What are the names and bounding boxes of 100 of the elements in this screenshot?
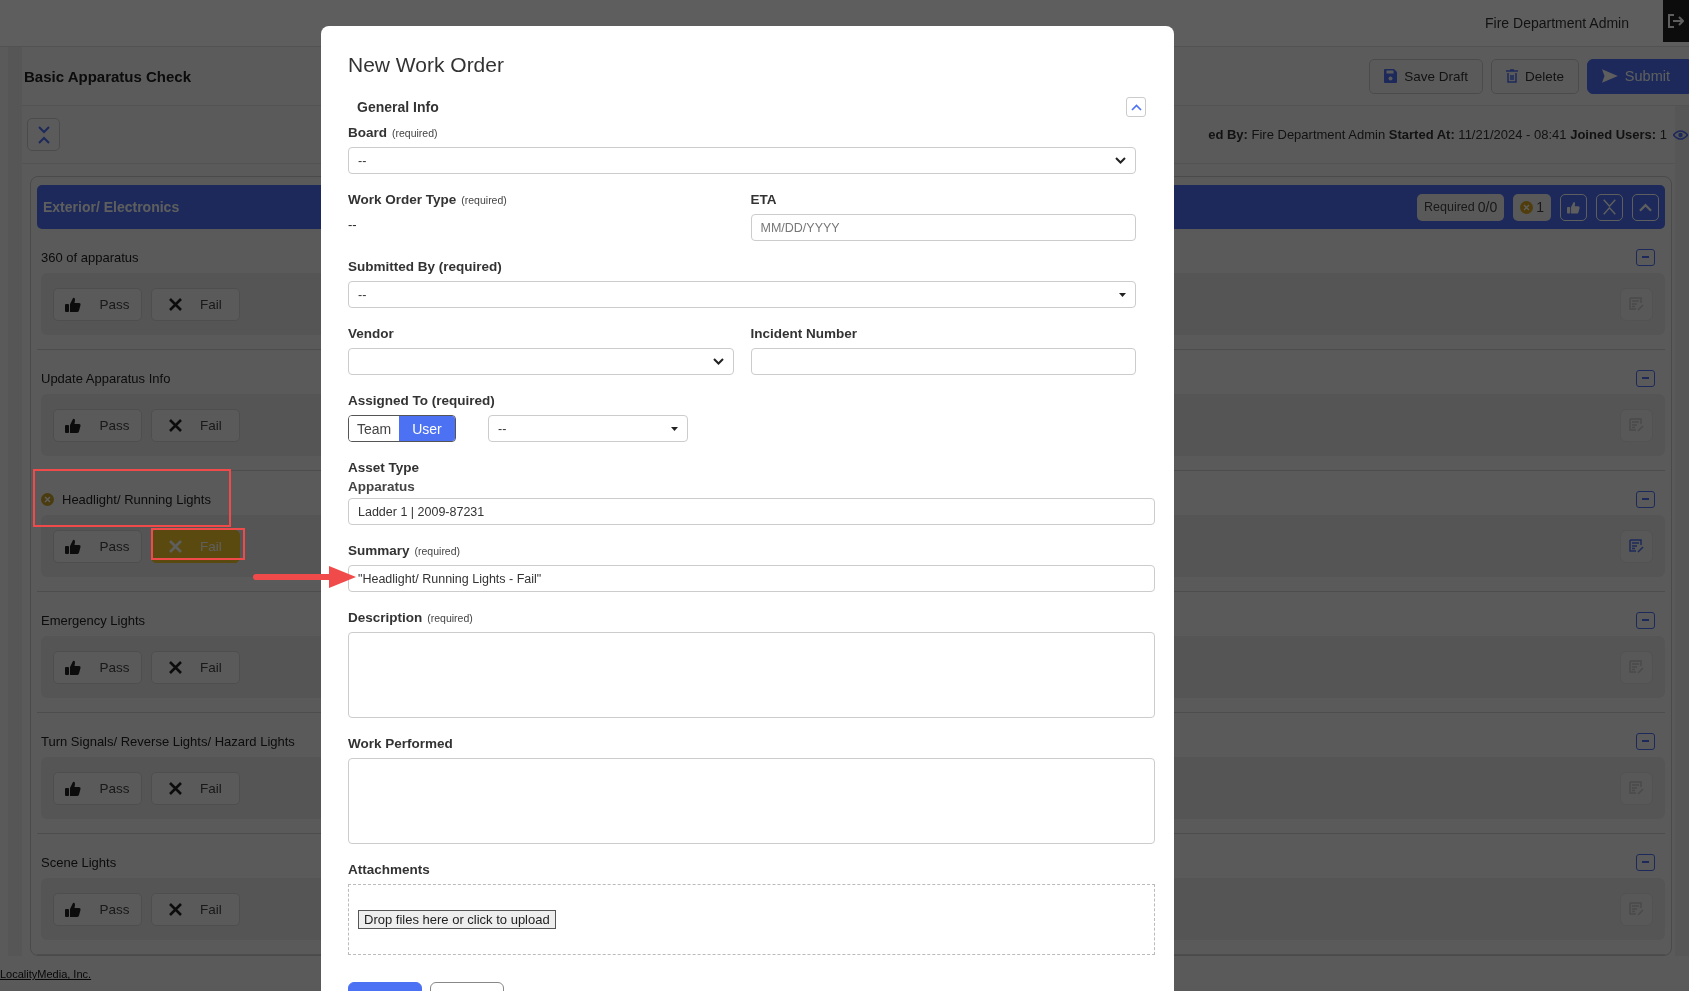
x-icon	[169, 660, 183, 674]
submit-button[interactable]: Submit	[1587, 58, 1689, 94]
select-value: --	[498, 421, 507, 436]
field-label: Submitted By (required)	[348, 259, 502, 274]
minus-icon[interactable]	[1636, 248, 1655, 266]
field-label: Attachments	[348, 862, 430, 877]
x-circle-icon	[1520, 200, 1534, 214]
chevron-down-icon	[712, 358, 724, 365]
fail-count-badge: 1	[1513, 193, 1551, 221]
select-field[interactable]: --	[348, 281, 1136, 308]
field-label: Work Performed	[348, 736, 453, 751]
text-field[interactable]: "Headlight/ Running Lights - Fail"	[348, 565, 1155, 592]
badge-label: Required	[1424, 200, 1475, 214]
x-icon	[169, 418, 183, 432]
user-name[interactable]: Fire Department Admin	[1485, 15, 1629, 31]
field-label: Description	[348, 610, 423, 625]
check-item-label: Emergency Lights	[41, 612, 146, 628]
pass-button[interactable]: Pass	[53, 408, 142, 442]
send-icon	[1602, 68, 1618, 84]
select-field[interactable]: --	[488, 415, 688, 442]
text-area[interactable]	[348, 758, 1155, 844]
expand-collapse-button[interactable]	[1596, 193, 1623, 221]
delete-button[interactable]: Delete	[1490, 58, 1579, 94]
field-value: --	[348, 216, 358, 232]
field-label: Incident Number	[750, 326, 857, 341]
required-note: (required)	[392, 127, 438, 139]
minus-icon[interactable]	[1636, 853, 1655, 871]
field-label: Assigned To (required)	[348, 393, 495, 408]
pass-button[interactable]: Pass	[53, 529, 142, 563]
badge-count: 0/0	[1477, 199, 1498, 215]
trash-icon	[1505, 69, 1518, 83]
fail-button[interactable]: Fail	[151, 408, 240, 442]
text-area[interactable]	[348, 632, 1155, 718]
section-toggle-button[interactable]	[1632, 193, 1659, 221]
x-icon	[169, 297, 183, 311]
minus-icon[interactable]	[1636, 611, 1655, 629]
chevron-up-icon	[1130, 103, 1142, 111]
x-icon	[169, 781, 183, 795]
note-icon	[1629, 539, 1644, 553]
required-note: (required)	[427, 612, 473, 624]
checklist-info: ed By: Fire Department Admin Started At: 11/21/2024 - 08:41 Joined Users: 1	[1208, 127, 1667, 142]
fail-button[interactable]: Fail	[151, 287, 240, 321]
fail-button[interactable]: Fail	[151, 771, 240, 805]
collapse-icon	[36, 124, 51, 145]
thumbs-up-icon	[65, 417, 82, 433]
dialog-title: New Work Order	[348, 53, 505, 77]
select-value: --	[358, 153, 367, 168]
thumbs-up-icon	[65, 538, 82, 554]
save-draft-button[interactable]: Save Draft	[1369, 58, 1483, 94]
fail-button[interactable]: Fail	[151, 892, 240, 926]
x-icon	[169, 902, 183, 916]
field-label: Work Order Type	[348, 192, 457, 207]
field-label: Board	[348, 125, 387, 140]
eye-icon[interactable]	[1673, 129, 1688, 140]
toggle-option[interactable]: User	[399, 416, 455, 441]
select-field[interactable]	[348, 348, 734, 375]
save-icon	[1384, 69, 1398, 83]
page-title: Basic Apparatus Check	[24, 67, 191, 85]
upload-button[interactable]: Drop files here or click to upload	[358, 910, 556, 929]
pass-button[interactable]: Pass	[53, 287, 142, 321]
x-icon	[169, 539, 183, 553]
caret-down-icon	[1119, 292, 1126, 297]
minus-icon[interactable]	[1636, 369, 1655, 387]
date-field[interactable]: MM/DD/YYYY	[750, 214, 1136, 241]
field-label: Summary	[348, 543, 410, 558]
drop-zone[interactable]: Drop files here or click to upload	[348, 884, 1155, 955]
pass-button[interactable]: Pass	[53, 771, 142, 805]
section-title: Exterior/ Electronics	[43, 199, 180, 215]
thumbs-up-icon	[65, 780, 82, 796]
check-item-label: Update Apparatus Info	[41, 370, 171, 386]
logout-icon[interactable]	[1668, 14, 1684, 28]
thumbs-up-icon	[1567, 199, 1580, 215]
thumbs-up-icon	[65, 901, 82, 917]
collapse-all-button[interactable]	[27, 118, 60, 151]
required-note: (required)	[414, 545, 461, 557]
text-field[interactable]: Ladder 1 | 2009-87231	[348, 498, 1155, 525]
select-value: --	[358, 287, 367, 302]
select-field[interactable]: --	[348, 147, 1136, 174]
field-label: Asset Type	[348, 460, 421, 475]
pass-all-button[interactable]	[1560, 193, 1587, 221]
field-label: Apparatus	[348, 479, 416, 494]
text-field[interactable]	[750, 348, 1136, 375]
check-item-label: 360 of apparatus	[41, 249, 139, 265]
field-label: ETA	[750, 192, 777, 207]
check-item-label: Turn Signals/ Reverse Lights/ Hazard Lights	[41, 733, 295, 749]
section-title: General Info	[357, 99, 439, 115]
check-item-label: Headlight/ Running Lights	[62, 491, 211, 507]
collapse-button[interactable]	[1126, 97, 1146, 117]
thumbs-up-icon	[65, 296, 82, 312]
fail-button[interactable]: Fail	[151, 650, 240, 684]
pass-button[interactable]: Pass	[53, 892, 142, 926]
minus-icon[interactable]	[1636, 490, 1655, 508]
required-note: (required)	[461, 194, 507, 206]
pass-button[interactable]: Pass	[53, 650, 142, 684]
thumbs-up-icon	[65, 659, 82, 675]
company-link[interactable]: LocalityMedia, Inc.	[0, 968, 92, 980]
chevron-down-icon	[1115, 157, 1126, 164]
minus-icon[interactable]	[1636, 732, 1655, 750]
check-item-label: Scene Lights	[41, 854, 117, 870]
caret-down-icon	[671, 426, 678, 431]
